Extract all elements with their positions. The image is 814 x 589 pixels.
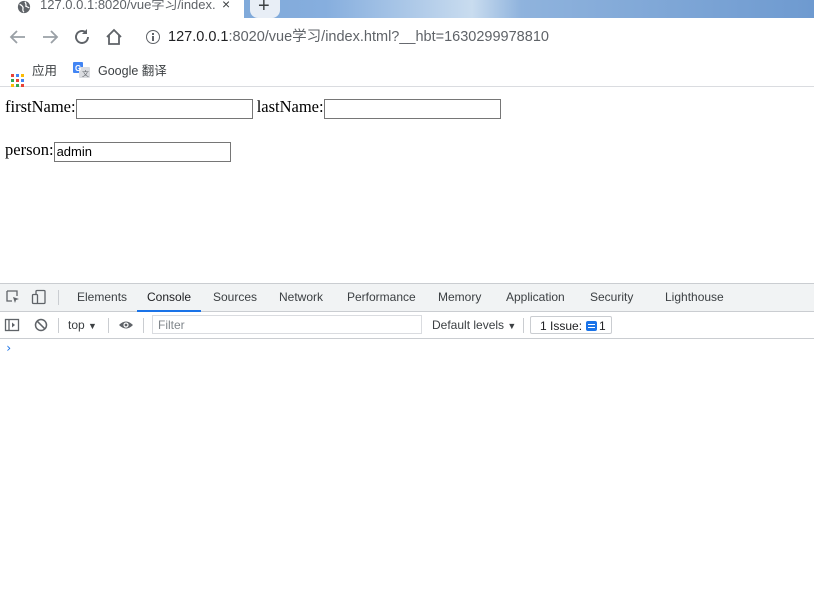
tab-elements[interactable]: Elements — [77, 284, 127, 311]
arrow-left-icon — [9, 30, 25, 44]
info-icon[interactable] — [146, 30, 160, 44]
close-tab-icon[interactable]: × — [222, 0, 230, 11]
issues-button[interactable]: 1 Issue: 1 — [530, 316, 612, 334]
tab-application[interactable]: Application — [506, 284, 565, 311]
bookmark-label: 应用 — [32, 64, 58, 78]
issues-label: 1 Issue: — [540, 319, 583, 333]
toolbar-divider — [143, 318, 144, 333]
first-name-label: firstName: — [5, 97, 76, 116]
filter-input[interactable] — [152, 315, 422, 334]
message-icon — [586, 321, 598, 331]
forward-button[interactable] — [39, 26, 61, 48]
tab-memory[interactable]: Memory — [438, 284, 481, 311]
bookmark-google-translate[interactable]: G 文 Google 翻译 — [73, 62, 167, 80]
address-bar[interactable]: 127.0.0.1:8020/vue学习/index.html?__hbt=16… — [146, 26, 549, 48]
eye-icon[interactable] — [118, 317, 134, 333]
tab-security[interactable]: Security — [590, 284, 633, 311]
tab-performance[interactable]: Performance — [347, 284, 416, 311]
reload-button[interactable] — [71, 26, 93, 48]
browser-tab[interactable]: 127.0.0.1:8020/vue学习/index.h × — [0, 0, 244, 18]
issues-count: 1 — [599, 319, 606, 333]
url-path: :8020/vue学习/index.html?__hbt=16302999788… — [228, 29, 549, 45]
devtools-panel: Elements Console Sources Network Perform… — [0, 283, 814, 589]
home-icon — [106, 28, 122, 45]
context-selector[interactable]: top ▼ — [68, 312, 97, 338]
log-levels-label: Default levels — [432, 318, 505, 332]
bookmark-apps[interactable]: 应用 — [11, 62, 58, 87]
sidebar-toggle-icon[interactable] — [4, 317, 20, 333]
last-name-label: lastName: — [256, 97, 324, 116]
clear-console-icon[interactable] — [33, 317, 49, 333]
apps-grid-icon — [11, 74, 24, 87]
back-button[interactable] — [7, 26, 29, 48]
new-tab-button[interactable]: + — [250, 0, 280, 18]
url-host: 127.0.0.1 — [168, 29, 229, 45]
toolbar-divider — [58, 290, 59, 305]
bookmarks-bar: 应用 G 文 Google 翻译 — [0, 56, 814, 87]
toolbar-divider — [108, 318, 109, 333]
plus-icon: + — [258, 0, 270, 17]
svg-text:G: G — [75, 64, 81, 73]
browser-toolbar: 127.0.0.1:8020/vue学习/index.html?__hbt=16… — [0, 18, 814, 56]
devtools-tab-bar: Elements Console Sources Network Perform… — [0, 284, 814, 312]
person-input[interactable] — [53, 141, 231, 162]
first-name-input[interactable] — [75, 98, 253, 119]
tab-console[interactable]: Console — [136, 284, 202, 312]
tab-strip: 127.0.0.1:8020/vue学习/index.h × + — [0, 0, 814, 18]
reload-icon — [75, 29, 89, 44]
tab-network[interactable]: Network — [279, 284, 323, 311]
dropdown-arrow-icon: ▼ — [88, 321, 97, 331]
device-toolbar-icon[interactable] — [31, 289, 47, 305]
arrow-right-icon — [43, 30, 59, 44]
console-prompt[interactable]: › — [5, 341, 12, 355]
dropdown-arrow-icon: ▼ — [507, 321, 517, 331]
tab-sources[interactable]: Sources — [213, 284, 257, 311]
context-label: top — [68, 318, 85, 332]
last-name-input[interactable] — [323, 98, 501, 119]
tab-title: 127.0.0.1:8020/vue学习/index.h — [40, 0, 215, 12]
toolbar-divider — [58, 318, 59, 333]
console-toolbar: top ▼ Default levels ▼ 1 Issue: 1 — [0, 312, 814, 339]
tab-lighthouse[interactable]: Lighthouse — [665, 284, 724, 311]
globe-icon — [17, 0, 31, 14]
google-translate-icon: G 文 — [73, 62, 90, 78]
svg-text:文: 文 — [82, 69, 89, 78]
page-content: firstName: lastName: person: — [0, 87, 814, 283]
home-button[interactable] — [103, 26, 125, 48]
toolbar-divider — [523, 318, 524, 333]
name-row: firstName: lastName: — [5, 97, 501, 119]
log-levels-dropdown[interactable]: Default levels ▼ — [432, 312, 516, 338]
person-label: person: — [5, 140, 54, 159]
bookmark-label: Google 翻译 — [98, 64, 167, 78]
inspect-element-icon[interactable] — [5, 289, 21, 305]
person-row: person: — [5, 140, 231, 162]
